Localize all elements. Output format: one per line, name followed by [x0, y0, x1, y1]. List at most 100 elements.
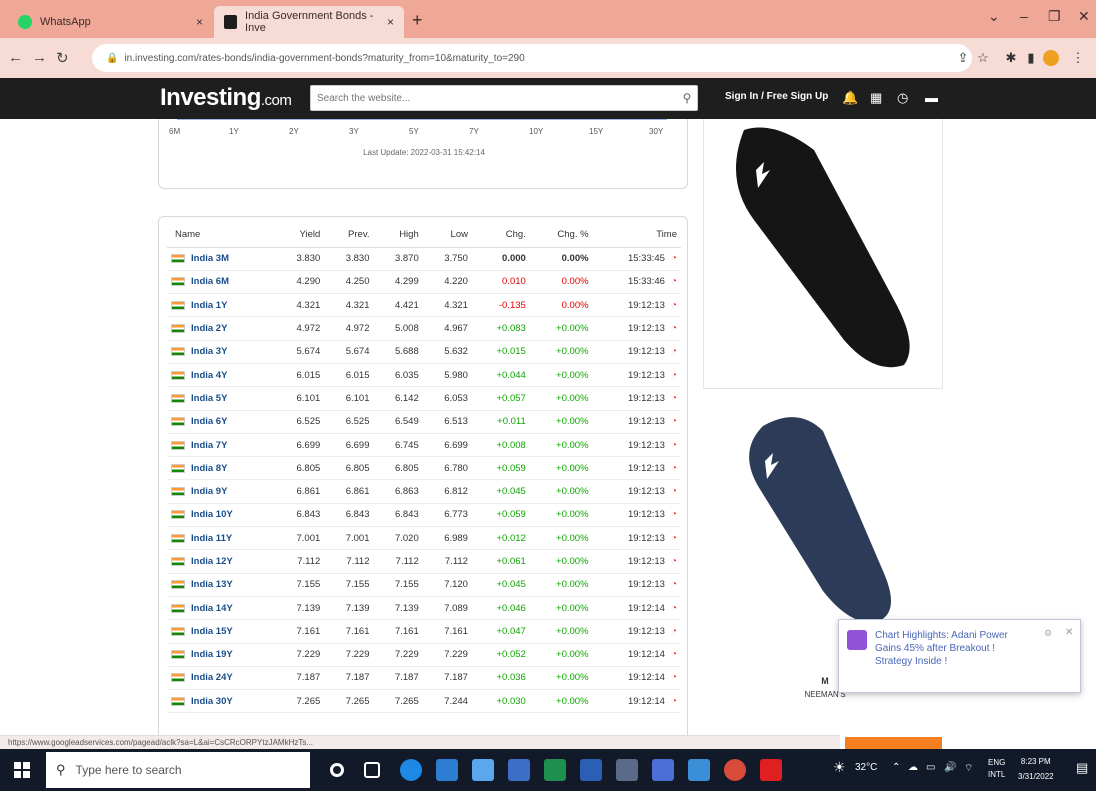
sign-in-link[interactable]: Sign In / Free Sign Up — [725, 91, 828, 102]
table-row[interactable]: India 10Y 6.843 6.843 6.843 6.773 +0.059 +0.00… — [167, 503, 681, 528]
reload-icon[interactable]: ↻ — [56, 49, 69, 67]
bell-icon[interactable]: 🔔 — [842, 90, 858, 106]
tray-chevron-icon[interactable]: ⌃ — [892, 762, 900, 773]
table-row[interactable]: India 19Y 7.229 7.229 7.229 7.229 +0.052 +0.00… — [167, 643, 681, 667]
bond-name-link[interactable]: India 19Y — [191, 649, 233, 660]
url-field[interactable]: 🔒 in.investing.com/rates-bonds/india-gov… — [92, 44, 972, 72]
col-low[interactable]: Low — [422, 223, 472, 248]
table-row[interactable]: India 6Y 6.525 6.525 6.549 6.513 +0.011 +0.00%… — [167, 410, 681, 434]
bond-name-link[interactable]: India 10Y — [191, 509, 233, 520]
share-icon[interactable]: ⇪ — [955, 50, 971, 66]
bond-name-cell[interactable]: India 6Y — [167, 410, 276, 434]
bond-name-link[interactable]: India 2Y — [191, 323, 227, 334]
bond-name-link[interactable]: India 1Y — [191, 300, 227, 311]
bond-name-cell[interactable]: India 3M — [167, 247, 276, 271]
profile-avatar-icon[interactable] — [1043, 50, 1059, 66]
bond-name-cell[interactable]: India 11Y — [167, 526, 276, 551]
extensions-icon[interactable]: ✱ — [1003, 50, 1019, 66]
notification-popup[interactable]: Chart Highlights: Adani Power Gains 45% … — [838, 619, 1081, 693]
search-icon[interactable]: ⚲ — [677, 91, 697, 105]
taskbar-search[interactable]: ⚲ Type here to search — [46, 752, 310, 788]
bond-name-cell[interactable]: India 13Y — [167, 573, 276, 597]
ad-orange-banner[interactable] — [845, 737, 942, 749]
bond-name-cell[interactable]: India 12Y — [167, 549, 276, 574]
table-row[interactable]: India 3M 3.830 3.830 3.870 3.750 0.000 0.00% 15… — [167, 247, 681, 271]
powerpoint-icon[interactable] — [652, 759, 674, 781]
bookmark-star-icon[interactable]: ☆ — [975, 50, 991, 66]
windows-start-icon[interactable] — [14, 762, 30, 778]
store-icon[interactable] — [436, 759, 458, 781]
network-icon[interactable]: ⌔ — [964, 762, 973, 775]
bond-name-link[interactable]: India 11Y — [191, 533, 232, 544]
bond-name-cell[interactable]: India 24Y — [167, 666, 276, 691]
bond-name-cell[interactable]: India 7Y — [167, 433, 276, 458]
new-tab-button[interactable]: + — [412, 10, 423, 31]
volume-icon[interactable]: 🔊 — [944, 762, 956, 773]
calendar-icon[interactable] — [508, 759, 530, 781]
table-row[interactable]: India 5Y 6.101 6.101 6.142 6.053 +0.057 +0.00%… — [167, 386, 681, 411]
weather-icon[interactable]: ☀ — [833, 759, 846, 776]
printer-icon[interactable] — [616, 759, 638, 781]
col-high[interactable]: High — [373, 223, 423, 248]
taskbar-clock[interactable]: 8:23 PM 3/31/2022 — [1018, 754, 1054, 784]
bond-name-link[interactable]: India 14Y — [191, 603, 233, 614]
gear-icon[interactable]: ⚙ — [1044, 628, 1052, 639]
bond-name-link[interactable]: India 7Y — [191, 440, 227, 451]
table-row[interactable]: India 11Y 7.001 7.001 7.020 6.989 +0.012 +0.00… — [167, 526, 681, 551]
bond-name-cell[interactable]: India 2Y — [167, 316, 276, 341]
col-time[interactable]: Time — [592, 223, 681, 248]
bond-name-link[interactable]: India 12Y — [191, 556, 233, 567]
bond-name-link[interactable]: India 8Y — [191, 463, 227, 474]
close-tab-icon[interactable]: × — [196, 15, 203, 29]
bond-name-cell[interactable]: India 4Y — [167, 363, 276, 388]
table-row[interactable]: India 13Y 7.155 7.155 7.155 7.120 +0.045 +0.00… — [167, 573, 681, 597]
app-icon[interactable] — [688, 759, 710, 781]
tab-whatsapp[interactable]: WhatsApp × — [8, 6, 213, 38]
col-chg-pct[interactable]: Chg. % — [529, 223, 593, 248]
ad-shoe-black[interactable] — [703, 119, 943, 389]
minimize-icon[interactable]: – — [1020, 8, 1028, 24]
restore-icon[interactable]: ❐ — [1048, 8, 1061, 25]
table-row[interactable]: India 7Y 6.699 6.699 6.745 6.699 +0.008 +0.00%… — [167, 433, 681, 458]
col-chg[interactable]: Chg. — [471, 223, 530, 248]
notification-text[interactable]: Chart Highlights: Adani Power Gains 45% … — [875, 629, 1025, 668]
excel-icon[interactable] — [544, 759, 566, 781]
bond-name-link[interactable]: India 15Y — [191, 626, 233, 637]
building-icon[interactable]: ▦ — [870, 90, 882, 106]
bond-name-cell[interactable]: India 14Y — [167, 596, 276, 621]
tab-india-bonds[interactable]: India Government Bonds - Inve × — [214, 6, 404, 38]
bond-name-link[interactable]: India 4Y — [191, 370, 227, 381]
bond-name-cell[interactable]: India 9Y — [167, 479, 276, 504]
site-search-input[interactable] — [317, 92, 677, 104]
language-indicator[interactable]: ENG INTL — [988, 757, 1005, 781]
bond-name-link[interactable]: India 3Y — [191, 346, 227, 357]
cloud-icon[interactable]: ☁ — [908, 762, 918, 773]
table-row[interactable]: India 8Y 6.805 6.805 6.805 6.780 +0.059 +0.00%… — [167, 456, 681, 481]
bond-name-link[interactable]: India 13Y — [191, 579, 233, 590]
portfolio-icon[interactable]: ▬ — [925, 90, 938, 105]
bond-name-cell[interactable]: India 30Y — [167, 689, 276, 714]
acrobat-icon[interactable] — [760, 759, 782, 781]
table-row[interactable]: India 14Y 7.139 7.139 7.139 7.089 +0.046 +0.00… — [167, 596, 681, 621]
table-row[interactable]: India 15Y 7.161 7.161 7.161 7.161 +0.047 +0.00… — [167, 619, 681, 644]
bond-name-cell[interactable]: India 6M — [167, 270, 276, 295]
notification-center-icon[interactable]: ▤ — [1076, 760, 1088, 776]
table-row[interactable]: India 4Y 6.015 6.015 6.035 5.980 +0.044 +0.00%… — [167, 363, 681, 388]
bond-name-cell[interactable]: India 3Y — [167, 340, 276, 364]
close-icon[interactable]: ✕ — [1065, 627, 1073, 638]
table-row[interactable]: India 1Y 4.321 4.321 4.421 4.321 -0.135 0.00% 1… — [167, 293, 681, 318]
battery-icon[interactable]: ▭ — [926, 762, 935, 773]
site-logo[interactable]: Investing.com — [160, 84, 292, 112]
bond-name-link[interactable]: India 24Y — [191, 672, 233, 683]
bond-name-link[interactable]: India 9Y — [191, 486, 227, 497]
edge-icon[interactable] — [400, 759, 422, 781]
word-icon[interactable] — [580, 759, 602, 781]
table-row[interactable]: India 9Y 6.861 6.861 6.863 6.812 +0.045 +0.00%… — [167, 479, 681, 504]
bond-name-cell[interactable]: India 15Y — [167, 619, 276, 644]
bond-name-cell[interactable]: India 5Y — [167, 386, 276, 411]
table-row[interactable]: India 6M 4.290 4.250 4.299 4.220 0.010 0.00% 15… — [167, 270, 681, 295]
task-view-icon[interactable] — [364, 762, 380, 778]
back-icon[interactable]: ← — [8, 49, 23, 66]
close-window-icon[interactable]: ✕ — [1078, 8, 1090, 25]
table-row[interactable]: India 12Y 7.112 7.112 7.112 7.112 +0.061 +0.00… — [167, 549, 681, 574]
